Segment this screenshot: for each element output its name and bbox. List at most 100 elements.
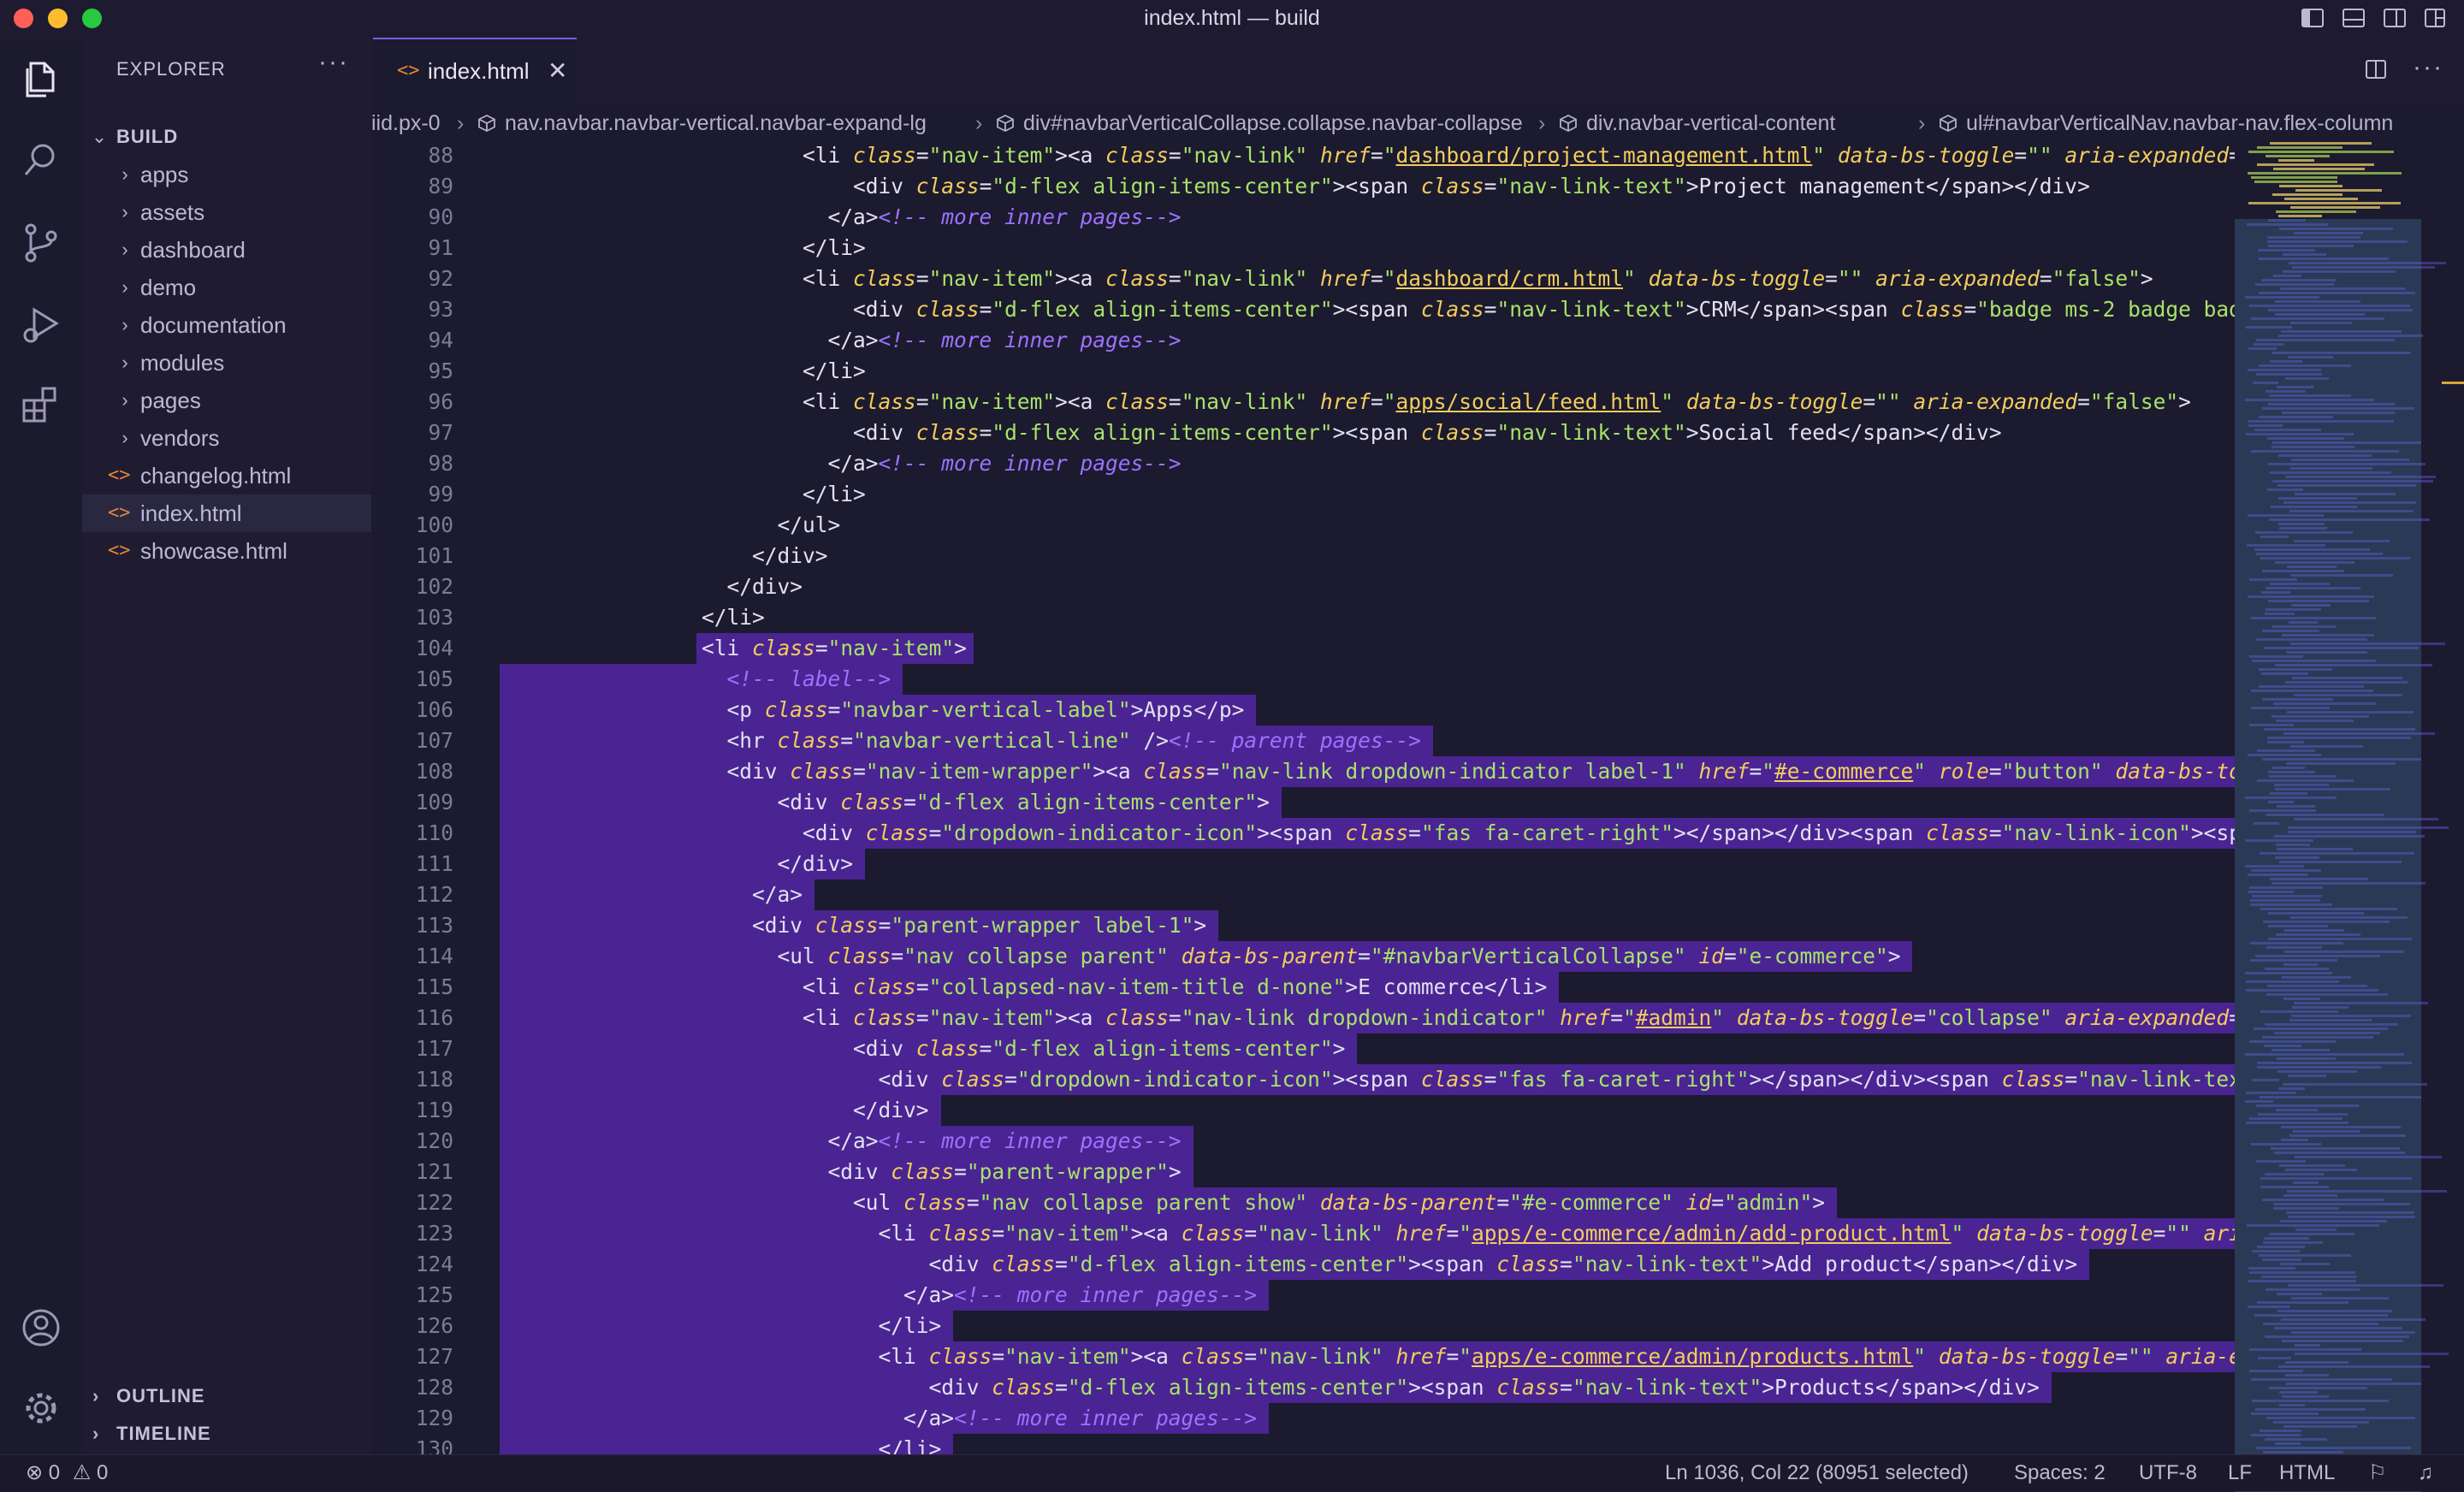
- tree-folder-vendors[interactable]: › vendors: [82, 419, 371, 457]
- search-icon[interactable]: [19, 137, 63, 181]
- code-line[interactable]: 128 <div class="d-flex align-items-center…: [371, 1372, 2235, 1403]
- code-line[interactable]: 113 <div class="parent-wrapper label-1">: [371, 910, 2235, 941]
- code-line[interactable]: 117 <div class="d-flex align-items-center…: [371, 1033, 2235, 1064]
- tree-folder-assets[interactable]: › assets: [82, 193, 371, 231]
- toggle-secondary-sidebar-icon[interactable]: [2384, 9, 2406, 27]
- code-line[interactable]: 105 <!-- label-->: [371, 664, 2235, 695]
- code-line[interactable]: 124 <div class="d-flex align-items-center…: [371, 1249, 2235, 1280]
- minimap-line: [2248, 202, 2401, 204]
- html-file-icon: <>: [108, 540, 131, 561]
- tree-file-changelog[interactable]: <> changelog.html: [82, 457, 371, 494]
- code-line[interactable]: 94 </a><!-- more inner pages-->: [371, 325, 2235, 356]
- code-line[interactable]: 91 </li>: [371, 233, 2235, 263]
- code-editor[interactable]: 88 <li class="nav-item"><a class="nav-lin…: [371, 140, 2235, 1490]
- breadcrumb-item[interactable]: div.navbar-vertical-content: [1559, 106, 1835, 140]
- code-line[interactable]: 89 <div class="d-flex align-items-center"…: [371, 171, 2235, 202]
- folder-label: dashboard: [140, 237, 246, 263]
- settings-gear-icon[interactable]: [19, 1386, 63, 1430]
- toggle-primary-sidebar-icon[interactable]: [2301, 9, 2324, 27]
- code-line[interactable]: 93 <div class="d-flex align-items-center"…: [371, 294, 2235, 325]
- source-control-icon[interactable]: [19, 221, 63, 265]
- code-line[interactable]: 103 </li>: [371, 602, 2235, 633]
- code-line[interactable]: 111 </div>: [371, 849, 2235, 879]
- code-line[interactable]: 120 </a><!-- more inner pages-->: [371, 1126, 2235, 1157]
- code-line[interactable]: 88 <li class="nav-item"><a class="nav-lin…: [371, 140, 2235, 171]
- code-text: </div>: [726, 574, 803, 599]
- customize-layout-icon[interactable]: [2425, 9, 2445, 27]
- tree-folder-apps[interactable]: › apps: [82, 156, 371, 193]
- notifications-bell-icon[interactable]: ♫: [2418, 1455, 2433, 1491]
- toggle-panel-icon[interactable]: [2343, 9, 2365, 27]
- code-line[interactable]: 121 <div class="parent-wrapper">: [371, 1157, 2235, 1187]
- tree-root-folder[interactable]: ⌄ BUILD: [82, 118, 371, 156]
- code-line[interactable]: 106 <p class="navbar-vertical-label">Apps…: [371, 695, 2235, 725]
- explorer-icon[interactable]: [19, 56, 63, 101]
- outline-section[interactable]: › OUTLINE: [82, 1377, 371, 1415]
- cursor-position[interactable]: Ln 1036, Col 22 (80951 selected): [1665, 1455, 1969, 1491]
- minimap-slider[interactable]: [2235, 219, 2421, 1492]
- tab-index-html[interactable]: <> index.html ✕: [373, 38, 577, 106]
- code-line[interactable]: 115 <li class="collapsed-nav-item-title d…: [371, 972, 2235, 1003]
- code-line[interactable]: 118 <div class="dropdown-indicator-icon">…: [371, 1064, 2235, 1095]
- feedback-icon[interactable]: ⚐: [2368, 1455, 2387, 1491]
- tree-folder-pages[interactable]: › pages: [82, 382, 371, 419]
- chevron-down-icon: ⌄: [91, 126, 108, 147]
- code-line[interactable]: 114 <ul class="nav collapse parent" data-…: [371, 941, 2235, 972]
- explorer-more-actions-icon[interactable]: ···: [318, 48, 349, 77]
- breadcrumb-item[interactable]: iid.px-0: [371, 106, 441, 140]
- language-mode[interactable]: HTML: [2279, 1455, 2335, 1491]
- code-line[interactable]: 110 <div class="dropdown-indicator-icon">…: [371, 818, 2235, 849]
- code-line[interactable]: 90 </a><!-- more inner pages-->: [371, 202, 2235, 233]
- tree-folder-dashboard[interactable]: › dashboard: [82, 231, 371, 269]
- run-debug-icon[interactable]: [19, 303, 63, 347]
- code-line[interactable]: 116 <li class="nav-item"><a class="nav-li…: [371, 1003, 2235, 1033]
- tree-file-index[interactable]: <> index.html: [82, 494, 371, 532]
- code-line[interactable]: 122 <ul class="nav collapse parent show" …: [371, 1187, 2235, 1218]
- account-icon[interactable]: [19, 1306, 63, 1350]
- code-line[interactable]: 95 </li>: [371, 356, 2235, 387]
- encoding-setting[interactable]: UTF-8: [2139, 1455, 2197, 1491]
- tree-file-showcase[interactable]: <> showcase.html: [82, 532, 371, 570]
- tree-folder-demo[interactable]: › demo: [82, 269, 371, 306]
- code-line[interactable]: 101 </div>: [371, 541, 2235, 571]
- code-line[interactable]: 98 </a><!-- more inner pages-->: [371, 448, 2235, 479]
- breadcrumb-separator-icon: ›: [1538, 111, 1546, 135]
- code-text: <div class="d-flex align-items-center"><…: [928, 1375, 2040, 1400]
- code-line[interactable]: 108 <div class="nav-item-wrapper"><a clas…: [371, 756, 2235, 787]
- code-line[interactable]: 119 </div>: [371, 1095, 2235, 1126]
- code-line[interactable]: 126 </li>: [371, 1311, 2235, 1341]
- code-line[interactable]: 96 <li class="nav-item"><a class="nav-lin…: [371, 387, 2235, 417]
- code-text: <li class="nav-item"><a class="nav-link …: [803, 1005, 2235, 1030]
- breadcrumb-item[interactable]: div#navbarVerticalCollapse.collapse.navb…: [996, 106, 1523, 140]
- code-line[interactable]: 123 <li class="nav-item"><a class="nav-li…: [371, 1218, 2235, 1249]
- breadcrumb-item[interactable]: ul#navbarVerticalNav.navbar-nav.flex-col…: [1939, 106, 2393, 140]
- tree-folder-modules[interactable]: › modules: [82, 344, 371, 382]
- indentation-setting[interactable]: Spaces: 2: [2014, 1455, 2106, 1491]
- split-editor-icon[interactable]: [2365, 58, 2387, 80]
- code-line[interactable]: 104 <li class="nav-item">: [371, 633, 2235, 664]
- editor-more-actions-icon[interactable]: ···: [2413, 53, 2443, 82]
- tree-folder-documentation[interactable]: › documentation: [82, 306, 371, 344]
- code-line[interactable]: 102 </div>: [371, 571, 2235, 602]
- code-line[interactable]: 127 <li class="nav-item"><a class="nav-li…: [371, 1341, 2235, 1372]
- code-line[interactable]: 107 <hr class="navbar-vertical-line" /><!…: [371, 725, 2235, 756]
- timeline-section[interactable]: › TIMELINE: [82, 1415, 371, 1453]
- code-line[interactable]: 99 </li>: [371, 479, 2235, 510]
- code-line[interactable]: 97 <div class="d-flex align-items-center"…: [371, 417, 2235, 448]
- breadcrumb-item[interactable]: nav.navbar.navbar-vertical.navbar-expand…: [477, 106, 927, 140]
- code-line[interactable]: 92 <li class="nav-item"><a class="nav-lin…: [371, 263, 2235, 294]
- problems-indicator[interactable]: ⊗ 0 ⚠ 0: [26, 1455, 108, 1491]
- minimap-line: [2278, 215, 2322, 217]
- eol-setting[interactable]: LF: [2228, 1455, 2252, 1491]
- code-line[interactable]: 125 </a><!-- more inner pages-->: [371, 1280, 2235, 1311]
- code-line[interactable]: 112 </a>: [371, 879, 2235, 910]
- code-line[interactable]: 109 <div class="d-flex align-items-center…: [371, 787, 2235, 818]
- line-number: 126: [415, 1313, 453, 1338]
- code-text: </a><!-- more inner pages-->: [903, 1282, 1258, 1307]
- code-line[interactable]: 100 </ul>: [371, 510, 2235, 541]
- line-number: 125: [415, 1282, 453, 1307]
- extensions-icon[interactable]: [19, 383, 63, 428]
- code-line[interactable]: 129 </a><!-- more inner pages-->: [371, 1403, 2235, 1434]
- close-tab-icon[interactable]: ✕: [548, 56, 567, 85]
- line-number: 112: [415, 882, 453, 907]
